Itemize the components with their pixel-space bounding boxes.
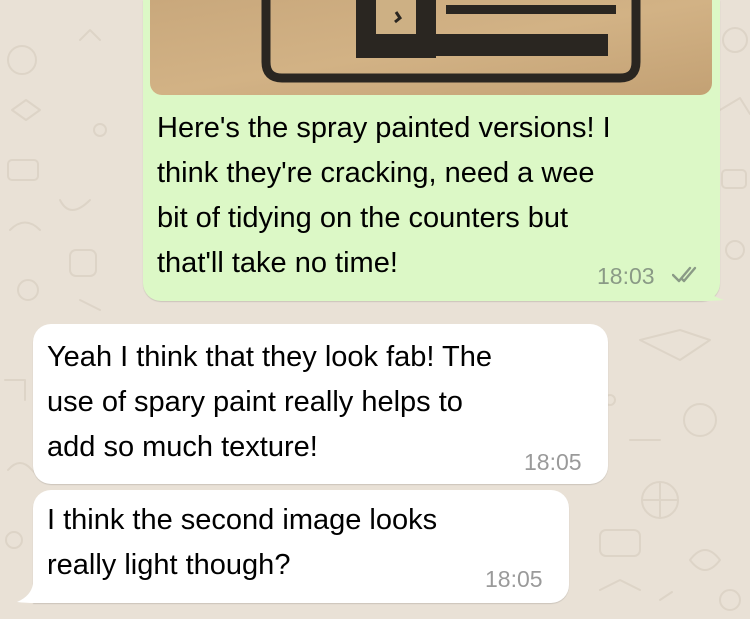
- outgoing-bubble-tail: [702, 280, 724, 301]
- incoming-message-text: I think the second image looks really li…: [47, 504, 438, 581]
- incoming-message-bubble[interactable]: Yeah I think that they look fab! The use…: [33, 324, 608, 484]
- double-check-icon: [671, 266, 700, 289]
- message-timestamp: 18:05: [524, 449, 582, 475]
- message-timestamp: 18:05: [485, 566, 543, 592]
- incoming-message-bubble[interactable]: I think the second image looks really li…: [33, 490, 569, 603]
- incoming-bubble-tail: [17, 584, 35, 603]
- spray-painted-stencil-image: [150, 0, 712, 95]
- outgoing-message-text: Here's the spray painted versions! I thi…: [157, 112, 611, 279]
- outgoing-message-bubble[interactable]: Here's the spray painted versions! I thi…: [143, 0, 720, 301]
- incoming-message-text: Yeah I think that they look fab! The use…: [47, 341, 492, 463]
- message-photo[interactable]: [150, 0, 712, 95]
- message-timestamp: 18:03: [597, 263, 655, 289]
